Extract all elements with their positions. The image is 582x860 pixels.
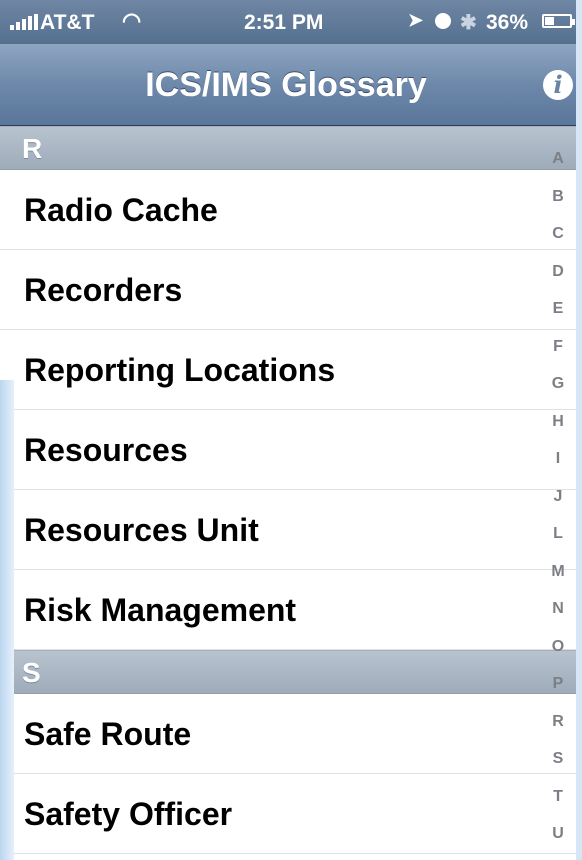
navigation-bar: ICS/IMS Glossary i [0,44,582,126]
screen: AT&T ◠ 2:51 PM ➤ ✱ 36% ICS/IMS Glossary … [0,0,582,860]
index-letter-p[interactable]: P [553,665,564,703]
index-letter-n[interactable]: N [552,590,564,628]
battery-percentage: 36% [486,11,529,34]
list-item-label: Risk Management [24,592,297,628]
section-header-s: S [0,650,582,694]
status-bar: AT&T ◠ 2:51 PM ➤ ✱ 36% [0,0,582,44]
status-time: 2:51 PM [244,11,324,34]
index-letter-d[interactable]: D [552,253,564,291]
index-letter-l[interactable]: L [553,515,563,553]
index-letter-s[interactable]: S [553,740,564,778]
list-item-label: Resources [24,432,188,468]
list-item-safe-route[interactable]: Safe Route [0,694,582,774]
bluetooth-icon: ✱ [460,12,477,34]
page-title: ICS/IMS Glossary [145,66,427,104]
index-letter-b[interactable]: B [552,178,564,216]
index-letter-a[interactable]: A [552,140,564,178]
list-item-recorders[interactable]: Recorders [0,250,582,330]
list-item-label: Radio Cache [24,192,218,228]
index-letter-c[interactable]: C [552,215,564,253]
index-letter-i[interactable]: I [556,440,560,478]
signal-strength-icon [10,14,38,30]
list-item-label: Resources Unit [24,512,259,548]
reflection-right [576,0,582,860]
info-button[interactable]: i [543,70,573,100]
battery-icon [542,14,575,28]
list-item-resources[interactable]: Resources [0,410,582,490]
list-item-radio-cache[interactable]: Radio Cache [0,170,582,250]
section-header-r: R [0,126,582,170]
list-item-label: Reporting Locations [24,352,336,388]
list-item-resources-unit[interactable]: Resources Unit [0,490,582,570]
glossary-list[interactable]: R Radio Cache Recorders Reporting Locati… [0,126,582,854]
index-letter-g[interactable]: G [552,365,564,403]
section-index-bar[interactable]: A B C D E F G H I J L M N O P R S T U [540,140,576,853]
list-item-safety-officer[interactable]: Safety Officer [0,774,582,854]
section-letter: S [22,657,41,688]
index-letter-o[interactable]: O [552,628,564,666]
alarm-clock-icon [435,13,451,29]
location-arrow-icon: ➤ [408,10,424,30]
carrier-name: AT&T [40,11,95,34]
index-letter-e[interactable]: E [553,290,564,328]
list-item-label: Safe Route [24,716,192,752]
index-letter-r[interactable]: R [552,703,564,741]
index-letter-j[interactable]: J [554,478,563,516]
list-item-label: Recorders [24,272,183,308]
list-item-reporting-locations[interactable]: Reporting Locations [0,330,582,410]
list-item-risk-management[interactable]: Risk Management [0,570,582,650]
index-letter-m[interactable]: M [551,553,564,591]
index-letter-u[interactable]: U [552,815,564,853]
reflection-left [0,380,14,860]
index-letter-t[interactable]: T [553,778,563,816]
index-letter-h[interactable]: H [552,403,564,441]
section-letter: R [22,133,43,164]
list-item-label: Safety Officer [24,796,233,832]
index-letter-f[interactable]: F [553,328,563,366]
wifi-icon: ◠ [122,8,142,33]
